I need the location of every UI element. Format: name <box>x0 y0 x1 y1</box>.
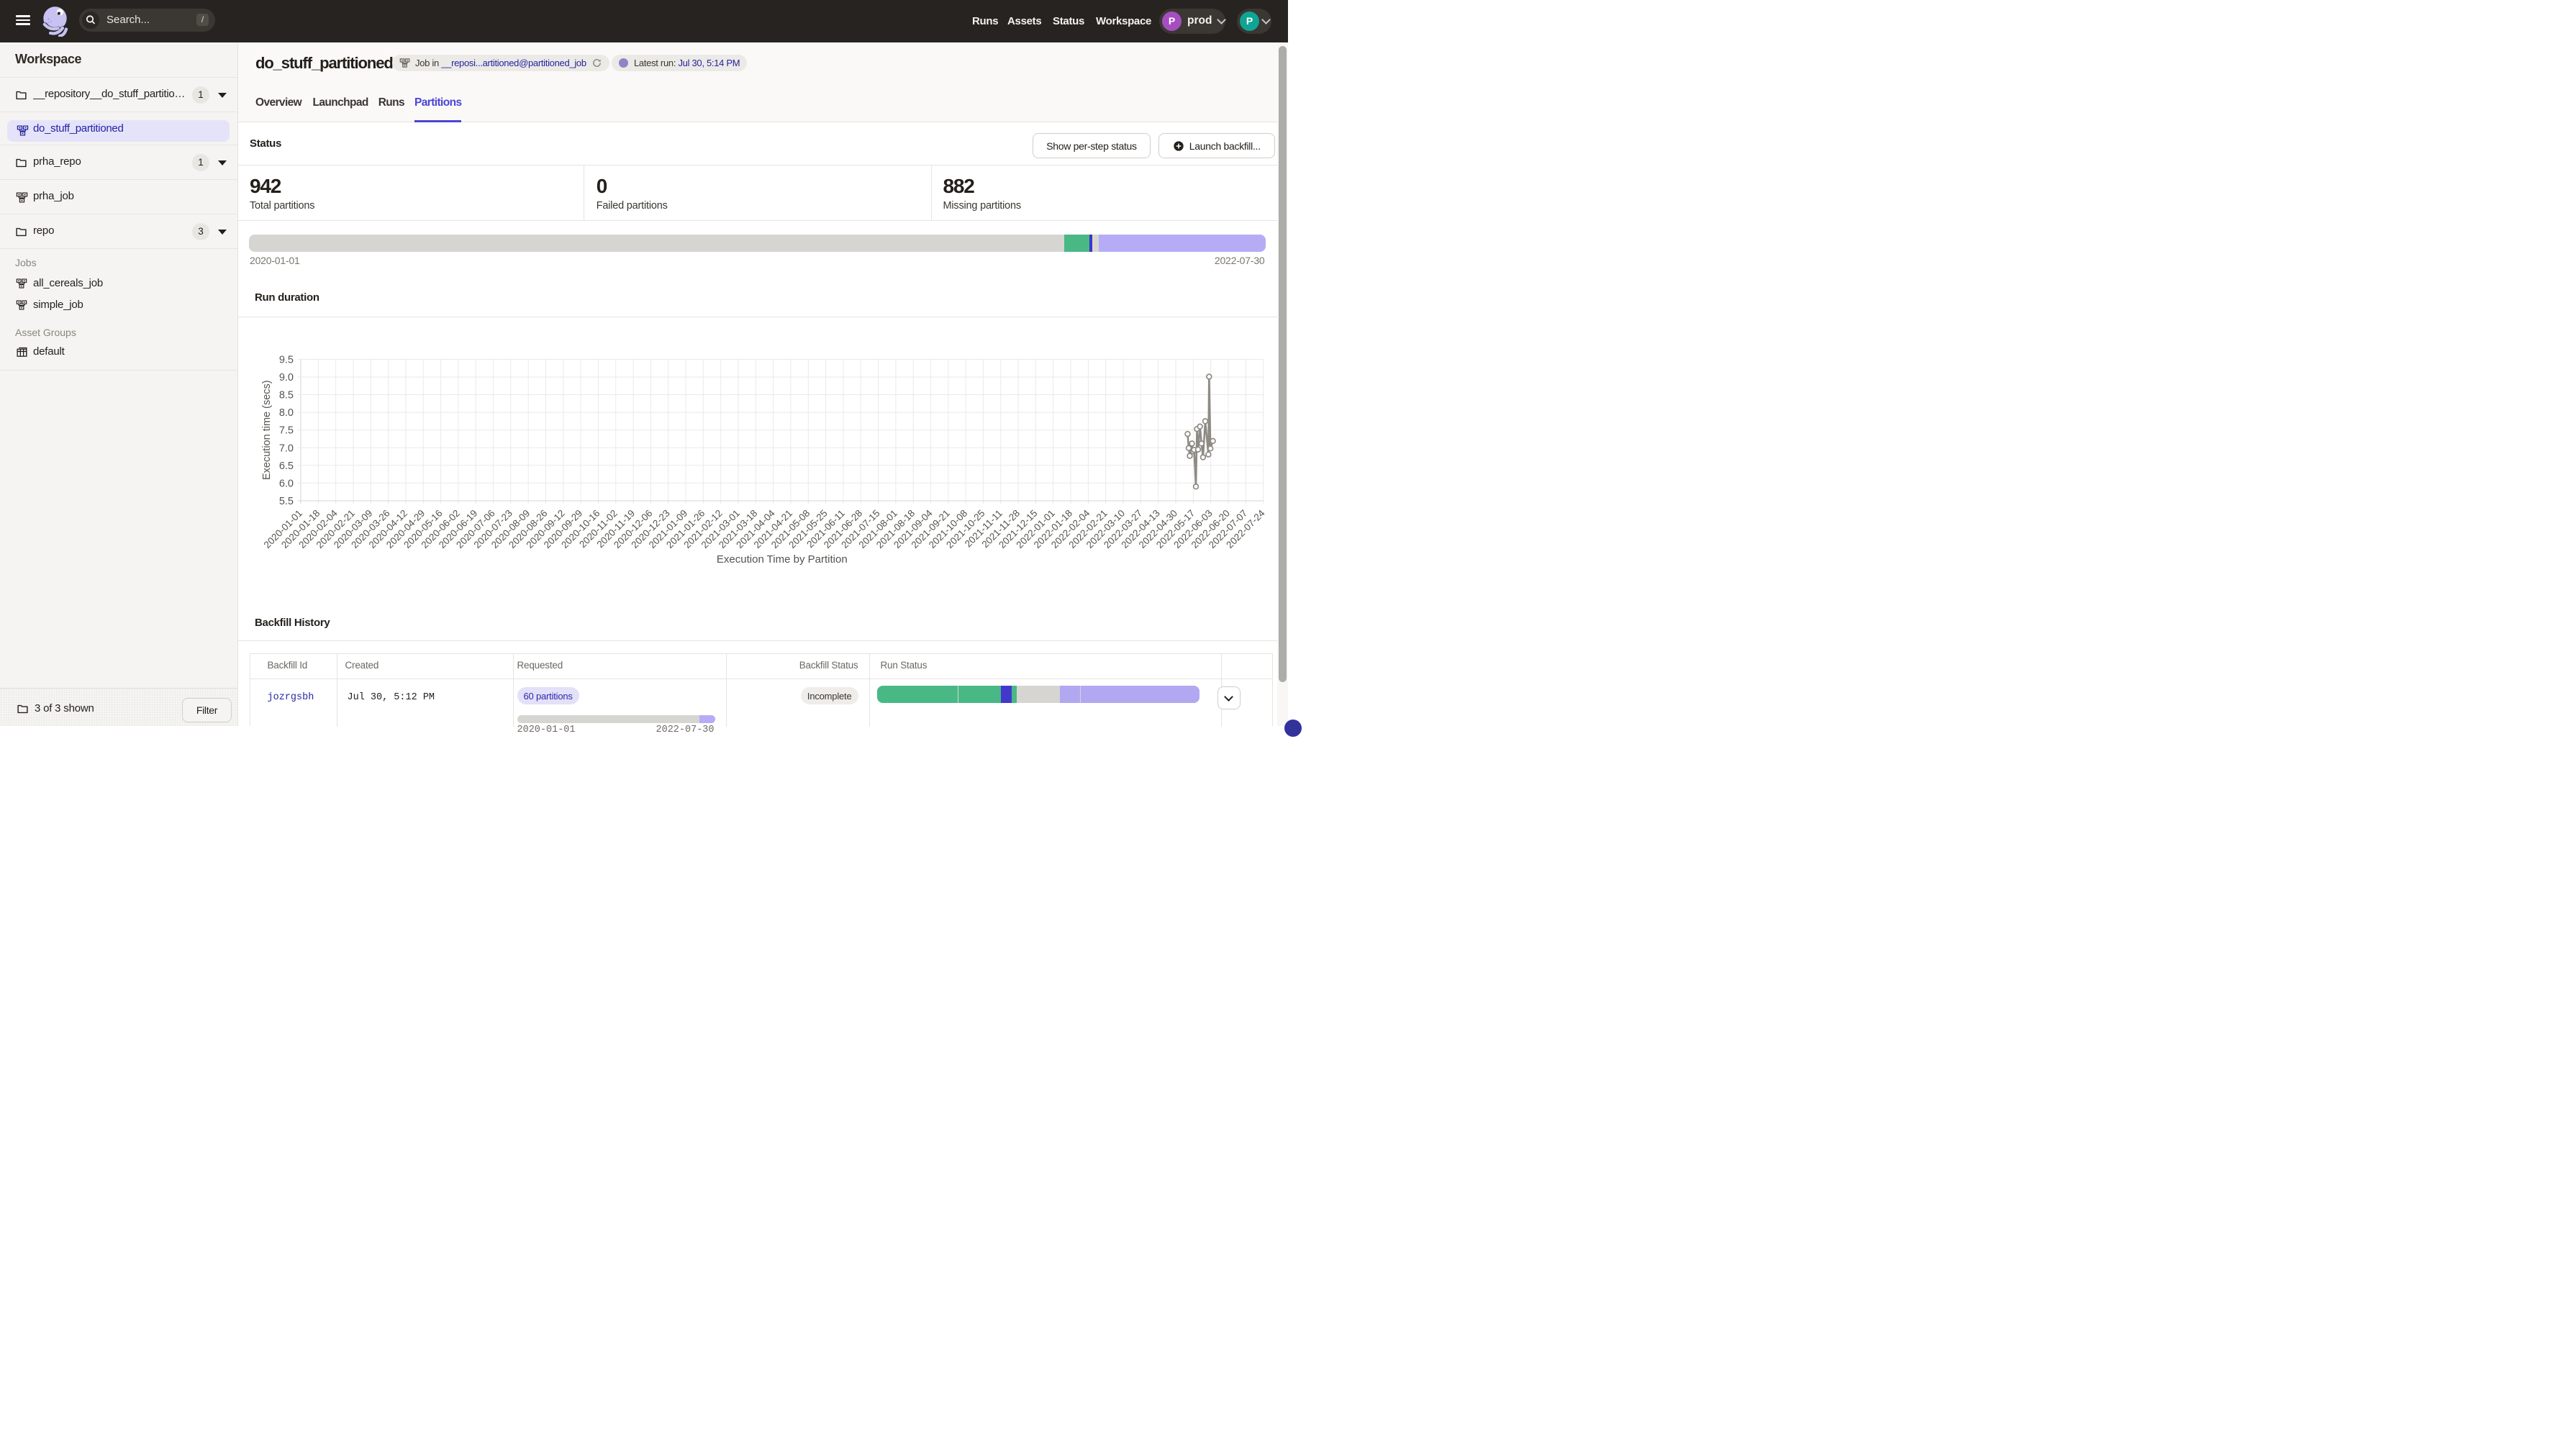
svg-text:8.0: 8.0 <box>279 407 294 419</box>
svg-text:6.0: 6.0 <box>279 478 294 489</box>
svg-text:8.5: 8.5 <box>279 390 294 401</box>
svg-text:Execution time (secs): Execution time (secs) <box>261 380 273 480</box>
svg-text:7.5: 7.5 <box>279 425 294 437</box>
svg-text:9.5: 9.5 <box>279 354 294 366</box>
svg-text:6.5: 6.5 <box>279 460 294 472</box>
svg-text:9.0: 9.0 <box>279 372 294 384</box>
svg-text:Execution Time by Partition: Execution Time by Partition <box>717 553 848 566</box>
svg-text:7.0: 7.0 <box>279 443 294 454</box>
svg-text:5.5: 5.5 <box>279 496 294 507</box>
